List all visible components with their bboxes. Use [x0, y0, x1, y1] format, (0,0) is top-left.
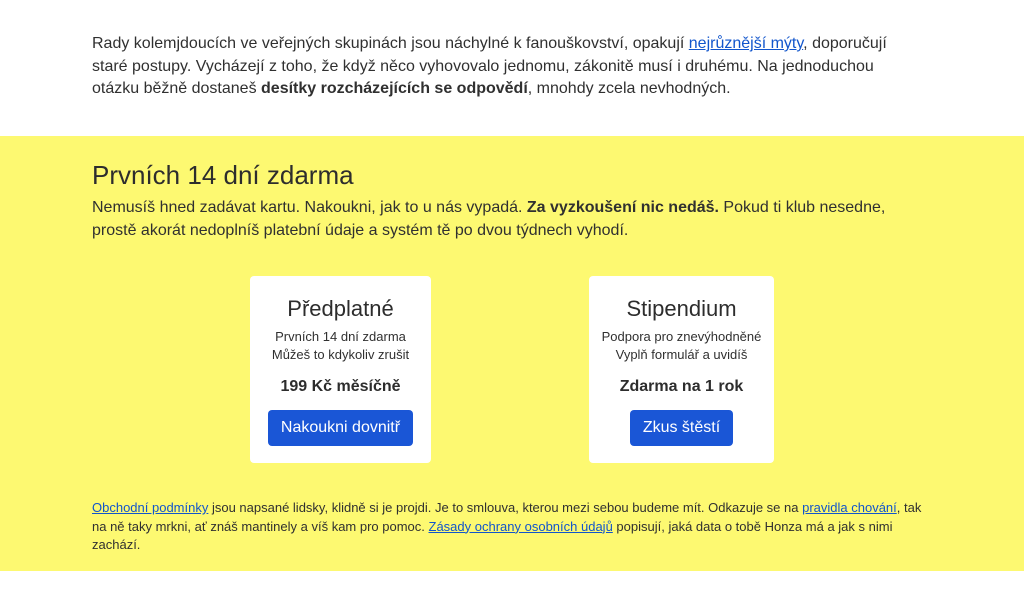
promo-text-1: Nemusíš hned zadávat kartu. Nakoukni, ja… [92, 199, 527, 216]
card-feature: Můžeš to kdykoliv zrušit [271, 347, 410, 362]
terms-text-1: jsou napsané lidsky, klidně si je projdi… [208, 500, 803, 515]
card-feature: Podpora pro znevýhodněné [601, 329, 762, 344]
intro-paragraph: Rady kolemjdoucích ve veřejných skupinác… [92, 33, 912, 101]
free-trial-description: Nemusíš hned zadávat kartu. Nakoukni, ja… [92, 197, 912, 242]
card-feature: Vyplň formulář a uvidíš [615, 347, 748, 362]
scholarship-card: Stipendium Podpora pro znevýhodněné Vypl… [589, 276, 774, 463]
card-title: Stipendium [626, 296, 737, 321]
intro-text-3: , mnohdy zcela nevhodných. [527, 80, 731, 97]
intro-bold-text: desítky rozcházejících se odpovědí [261, 80, 528, 97]
subscription-card: Předplatné Prvních 14 dní zdarma Můžeš t… [250, 276, 431, 463]
card-feature: Prvních 14 dní zdarma [275, 329, 406, 344]
free-trial-heading: Prvních 14 dní zdarma [92, 160, 354, 190]
look-inside-button[interactable]: Nakoukni dovnitř [267, 410, 414, 446]
free-trial-section: Prvních 14 dní zdarma Nemusíš hned zadáv… [0, 136, 1024, 571]
try-luck-button[interactable]: Zkus štěstí [629, 410, 734, 446]
intro-text-1: Rady kolemjdoucích ve veřejných skupinác… [92, 35, 689, 52]
terms-paragraph: Obchodní podmínky jsou napsané lidsky, k… [92, 499, 932, 555]
privacy-link[interactable]: Zásady ochrany osobních údajů [429, 519, 613, 534]
card-price: Zdarma na 1 rok [619, 378, 744, 395]
promo-bold-text: Za vyzkoušení nic nedáš. [526, 199, 719, 216]
rules-link[interactable]: pravidla chování [802, 500, 897, 515]
card-price: 199 Kč měsíčně [280, 378, 401, 395]
myths-link[interactable]: nejrůznější mýty [689, 35, 803, 52]
card-title: Předplatné [287, 296, 394, 321]
terms-link[interactable]: Obchodní podmínky [92, 500, 208, 515]
